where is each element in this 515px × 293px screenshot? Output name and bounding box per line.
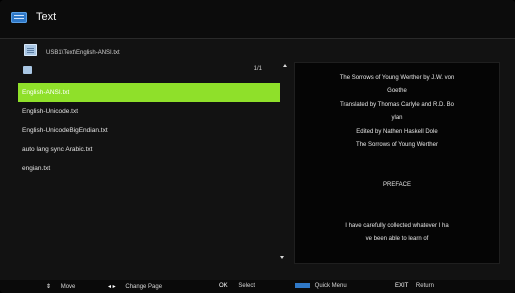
hint-select: OK Select: [219, 283, 255, 289]
footer-hints: ⇕ Move ◂ ▸ Change Page OK Select Quick M…: [0, 280, 515, 293]
hint-move-label: Move: [60, 284, 76, 290]
header-bar: Text: [0, 0, 515, 39]
preview-line: Translated by Thomas Carlyle and R.D. Bo: [339, 102, 455, 108]
file-icon: [24, 44, 37, 56]
path-text: USB1\Text\English-ANSI.txt: [46, 50, 120, 56]
list-item[interactable]: English-Unicode.txt: [18, 102, 280, 121]
list-item[interactable]: English-UnicodeBigEndian.txt: [18, 121, 280, 140]
preview-line: Edited by Nathen Haskell Dole: [356, 129, 438, 135]
hint-select-label: Select: [238, 283, 256, 289]
hint-quick-menu: Quick Menu: [295, 283, 347, 289]
hint-quick-menu-label: Quick Menu: [314, 283, 347, 290]
page-title: Text: [36, 11, 57, 23]
ok-key-label: OK: [219, 283, 228, 289]
file-list-panel: 1/1 English-ANSI.txt English-Unicode.txt…: [18, 63, 280, 267]
list-item-label: auto lang sync Arabic.txt: [22, 146, 93, 153]
hint-change-page-label: Change Page: [125, 284, 163, 290]
hint-return-label: Return: [415, 283, 434, 289]
preview-line: I have carefully collected whatever I ha: [345, 223, 449, 229]
preview-line: ylan: [391, 115, 403, 121]
file-list: English-ANSI.txt English-Unicode.txt Eng…: [18, 83, 280, 178]
scroll-up-arrow-icon[interactable]: [283, 64, 287, 67]
hint-change-page: ◂ ▸ Change Page: [108, 283, 162, 290]
updown-arrow-icon: ⇕: [46, 284, 52, 290]
page-indicator: 1/1: [253, 66, 262, 72]
preview-line: Goethe: [387, 88, 407, 94]
list-item[interactable]: auto lang sync Arabic.txt: [18, 140, 280, 159]
list-header: 1/1: [18, 63, 280, 77]
preview-line: The Sorrows of Young Werther: [356, 142, 438, 148]
preview-line: ve been able to learn of: [365, 236, 429, 242]
list-item-label: English-ANSI.txt: [22, 89, 70, 96]
exit-key-label: EXIT: [395, 283, 409, 289]
list-item-label: English-UnicodeBigEndian.txt: [22, 127, 108, 134]
preview-line: PREFACE: [382, 182, 411, 188]
leftright-arrow-icon: ◂ ▸: [108, 284, 116, 290]
list-item[interactable]: engian.txt: [18, 159, 280, 178]
text-preview-panel: The Sorrows of Young Werther by J.W. von…: [294, 62, 500, 264]
text-viewer-screen: Text USB1\Text\English-ANSI.txt 1/1 Engl…: [0, 0, 515, 293]
hint-return: EXIT Return: [395, 283, 434, 289]
preview-line: The Sorrows of Young Werther by J.W. von: [339, 75, 455, 81]
list-item-label: English-Unicode.txt: [22, 108, 78, 115]
list-item[interactable]: English-ANSI.txt: [18, 83, 280, 102]
scroll-down-arrow-icon[interactable]: [280, 256, 284, 259]
hint-move: ⇕ Move: [46, 283, 75, 290]
text-app-icon: [11, 12, 27, 23]
blue-button-icon: [295, 283, 310, 288]
folder-up-icon[interactable]: [23, 66, 32, 74]
list-item-label: engian.txt: [22, 165, 51, 172]
